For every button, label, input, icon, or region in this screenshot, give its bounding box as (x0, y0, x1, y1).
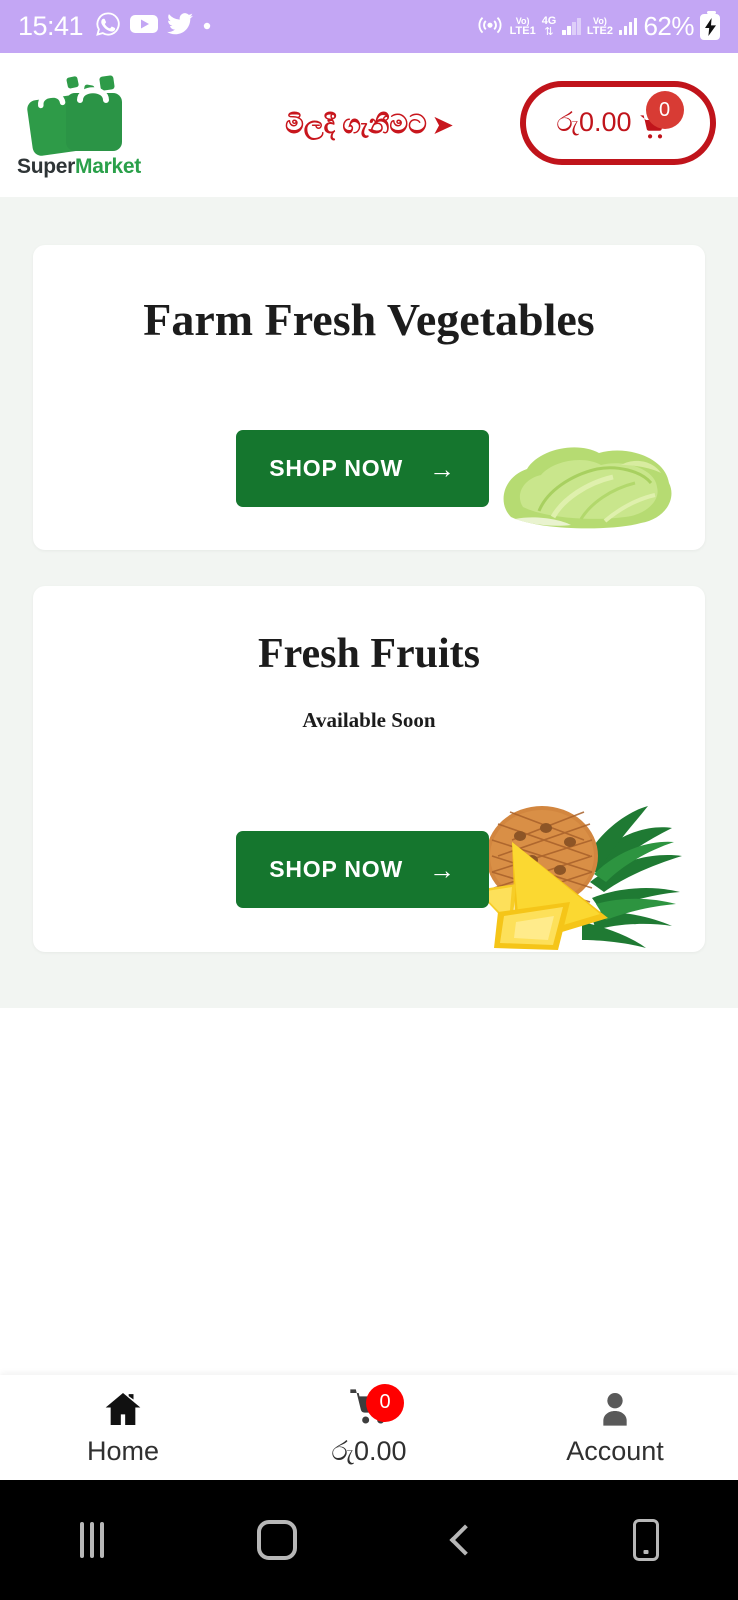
bottom-nav-item-home[interactable]: Home (0, 1388, 246, 1467)
android-back-button[interactable] (369, 1524, 554, 1556)
shop-now-button-fruits[interactable]: SHOP NOW → (236, 831, 489, 908)
back-icon (449, 1524, 481, 1556)
card-subtitle: Available Soon (302, 708, 436, 732)
header-cart-button[interactable]: රු0.00 0 (520, 81, 716, 165)
card-title: Farm Fresh Vegetables (143, 294, 595, 345)
whatsapp-icon (95, 11, 121, 42)
bottom-navigation-bar: Home 0 රු0.00 Account (0, 1375, 738, 1480)
shop-now-label: SHOP NOW (269, 856, 403, 882)
promo-link[interactable]: මිලදී ගැනීමට ➤ (285, 109, 453, 141)
battery-percent-label: 62% (643, 11, 694, 41)
header-cart-badge: 0 (645, 91, 684, 129)
promo-card-vegetables[interactable]: Farm Fresh Vegetables SHOP NOW → (33, 245, 705, 550)
arrow-right-icon: → (428, 854, 456, 885)
data-arrows-icon: ⇅ (544, 25, 554, 38)
promo-arrow-icon: ➤ (432, 112, 453, 139)
android-recents-button[interactable] (0, 1522, 185, 1558)
dot-icon (202, 18, 212, 36)
promo-card-fruits[interactable]: Fresh Fruits Available Soon SHOP NOW → (33, 586, 705, 952)
app-logo[interactable]: SuperMarket (14, 75, 144, 179)
shop-now-label: SHOP NOW (269, 455, 403, 481)
battery-icon (700, 10, 720, 40)
account-icon (595, 1388, 635, 1430)
status-bar: 15:41 Vo) LTE1 4G ⇅ Vo) LTE2 62% (0, 0, 738, 53)
volte2-icon: Vo) LTE2 (586, 16, 613, 37)
phone-screen: 15:41 Vo) LTE1 4G ⇅ Vo) LTE2 62% SuperMa… (0, 0, 738, 1600)
arrow-right-icon: → (428, 453, 456, 484)
android-navigation-bar (0, 1480, 738, 1600)
status-bar-system-icons: Vo) LTE1 4G ⇅ Vo) LTE2 62% (476, 10, 720, 43)
home-icon (102, 1388, 144, 1430)
volte1-icon: Vo) LTE1 (509, 16, 536, 37)
header-cart-amount: රු0.00 (556, 107, 632, 137)
status-bar-notification-icons (95, 11, 212, 42)
hotspot-icon (476, 10, 504, 43)
shop-now-button-vegetables[interactable]: SHOP NOW → (236, 430, 489, 507)
app-header: SuperMarket මිලදී ගැනීමට ➤ රු0.00 0 (0, 53, 738, 197)
main-content: Farm Fresh Vegetables SHOP NOW → Fresh F… (0, 197, 738, 1008)
bottom-nav-label: රු0.00 (331, 1435, 407, 1466)
logo-text-super: Super (17, 155, 76, 178)
keyboard-icon (632, 1519, 659, 1561)
shopping-bags-logo-icon (20, 75, 138, 157)
bottom-nav-item-cart[interactable]: 0 රු0.00 (246, 1383, 492, 1468)
youtube-icon (130, 14, 159, 39)
bottom-nav-item-account[interactable]: Account (492, 1388, 738, 1467)
android-keyboard-button[interactable] (554, 1519, 738, 1561)
recents-icon (80, 1522, 105, 1558)
lettuce-image (493, 425, 683, 535)
signal-bars-1-icon (562, 18, 581, 35)
cart-icon-group: 0 (348, 1383, 404, 1430)
bottom-nav-label: Account (566, 1436, 664, 1466)
status-bar-clock: 15:41 (18, 11, 84, 41)
twitter-icon (167, 13, 194, 40)
bottom-nav-label: Home (86, 1436, 160, 1466)
android-home-button[interactable] (185, 1520, 370, 1560)
card-title: Fresh Fruits (257, 631, 481, 677)
logo-text-market: Market (75, 155, 141, 178)
promo-text: මිලදී ගැනීමට (285, 109, 427, 139)
signal-bars-2-icon (618, 18, 638, 35)
bottom-nav-cart-badge: 0 (366, 1383, 404, 1422)
4g-data-icon: 4G ⇅ (541, 14, 557, 38)
header-cart-icon-group: 0 (636, 91, 684, 145)
logo-wordmark: SuperMarket (14, 155, 144, 179)
home-icon (256, 1520, 297, 1560)
